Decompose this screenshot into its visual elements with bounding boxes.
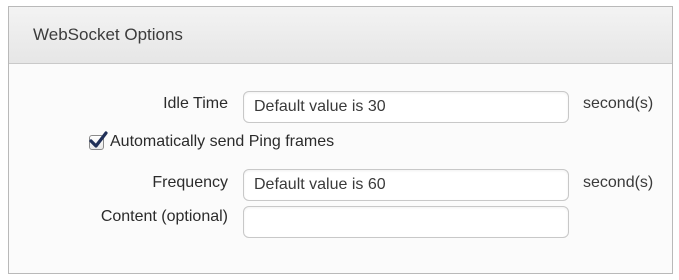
frequency-label: Frequency [152,174,228,191]
panel-header: WebSocket Options [9,7,672,64]
content-input[interactable] [243,206,569,238]
auto-ping-checkbox[interactable] [89,130,108,150]
checkmark-icon [89,130,108,148]
frequency-input[interactable] [243,169,569,201]
content-label: Content (optional) [100,208,228,225]
idle-time-input[interactable] [243,91,569,123]
idle-time-unit: second(s) [583,95,654,112]
frequency-unit: second(s) [583,174,654,191]
idle-time-label: Idle Time [163,95,228,112]
websocket-options-panel: WebSocket Options Idle Time second(s) Au… [8,6,673,274]
auto-ping-checkbox-row[interactable]: Automatically send Ping frames [89,130,335,151]
auto-ping-label: Automatically send Ping frames [110,133,335,150]
panel-title: WebSocket Options [33,25,183,44]
